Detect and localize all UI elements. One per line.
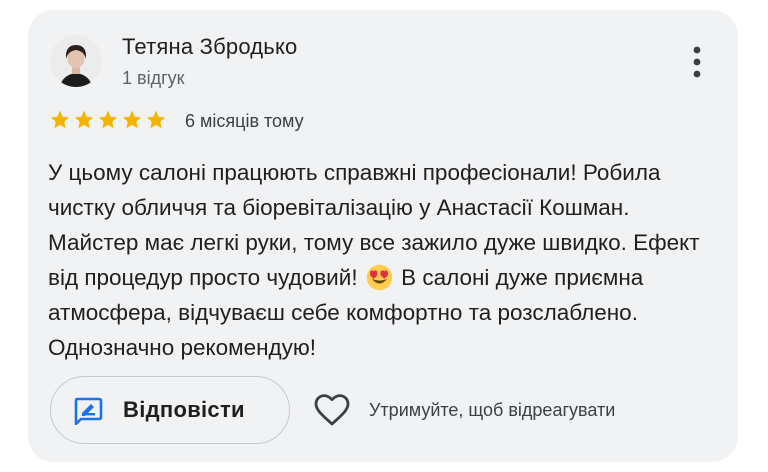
star-rating	[49, 109, 167, 131]
more-vert-icon	[693, 46, 701, 78]
star-icon	[74, 110, 94, 129]
star-icon	[50, 110, 70, 129]
author-review-count: 1 відгук	[122, 68, 185, 88]
review-text: У цьому салоні працюють справжні професі…	[48, 155, 718, 365]
heart-eyes-emoji-icon	[366, 264, 393, 291]
reply-edit-icon	[74, 397, 103, 425]
more-options-button[interactable]	[683, 42, 711, 82]
reply-button-label: Відповісти	[123, 397, 245, 422]
star-icon	[98, 110, 118, 129]
star-icon	[122, 110, 142, 129]
heart-outline-icon	[314, 394, 350, 426]
react-hint-label: Утримуйте, щоб відреагувати	[369, 400, 616, 420]
author-name[interactable]: Тетяна Збродько	[122, 34, 297, 60]
star-icon	[146, 110, 166, 129]
review-time: 6 місяців тому	[185, 111, 304, 131]
reply-button[interactable]: Відповісти	[50, 376, 290, 444]
avatar[interactable]	[50, 35, 102, 87]
avatar-photo	[50, 35, 102, 87]
review-card: Тетяна Збродько 1 відгук 6 місяців тому …	[28, 10, 738, 462]
